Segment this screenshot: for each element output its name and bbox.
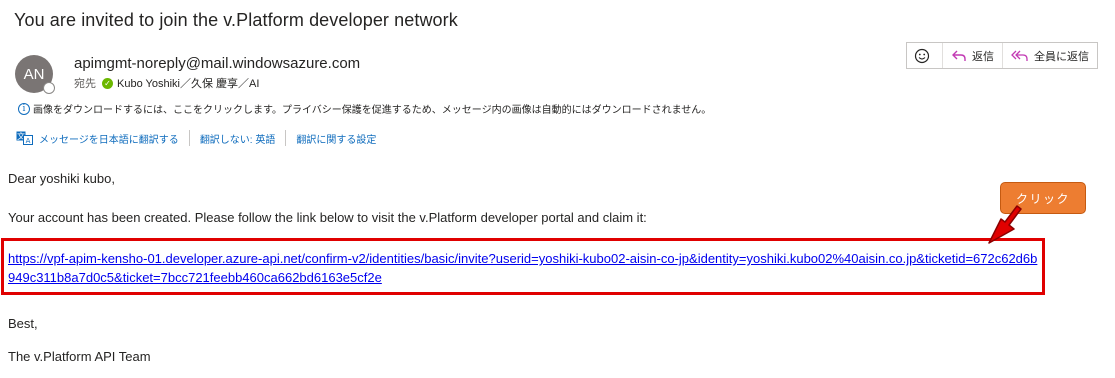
translation-bar: 文 A メッセージを日本語に翻訳する 翻訳しない: 英語 翻訳に関する設定 [16,130,376,146]
reply-all-label: 全員に返信 [1034,50,1089,63]
to-label: 宛先 [74,78,96,90]
recipient-name[interactable]: Kubo Yoshiki／久保 慶享／AI [117,75,259,91]
no-translate-link[interactable]: 翻訳しない: 英語 [200,131,276,146]
reply-all-button[interactable]: 全員に返信 [1003,43,1097,68]
avatar-initials: AN [23,65,45,83]
greeting: Dear yoshiki kubo, [8,171,115,186]
arrow-icon [988,205,1022,244]
smiley-icon [914,48,930,63]
reply-icon [952,50,966,61]
intro-text: Your account has been created. Please fo… [8,210,647,225]
check-icon: ✓ [102,77,113,89]
translate-icon: 文 A [16,131,33,145]
divider [285,130,287,146]
closing: Best, [8,316,38,331]
message-actions: 返信 全員に返信 [906,42,1098,69]
translation-settings-link[interactable]: 翻訳に関する設定 [296,131,376,146]
reaction-button[interactable] [907,43,943,68]
translate-link[interactable]: メッセージを日本語に翻訳する [39,131,179,146]
image-download-infobar[interactable]: i 画像をダウンロードするには、ここをクリックします。プライバシー保護を促進する… [18,101,711,116]
recipient-line: 宛先 ✓ Kubo Yoshiki／久保 慶享／AI [74,75,259,91]
sender-address[interactable]: apimgmt-noreply@mail.windowsazure.com [74,55,360,72]
svg-text:A: A [26,137,31,145]
reply-label: 返信 [972,50,994,63]
infobar-text[interactable]: 画像をダウンロードするには、ここをクリックします。プライバシー保護を促進するため… [33,101,711,116]
info-icon: i [18,102,30,115]
signature: The v.Platform API Team [8,349,151,364]
reply-button[interactable]: 返信 [943,43,1003,68]
divider [188,130,190,146]
presence-status-icon [43,82,55,94]
email-subject: You are invited to join the v.Platform d… [14,10,458,30]
invite-link[interactable]: https://vpf-apim-kensho-01.developer.azu… [8,249,1038,287]
reply-all-icon [1011,50,1028,61]
